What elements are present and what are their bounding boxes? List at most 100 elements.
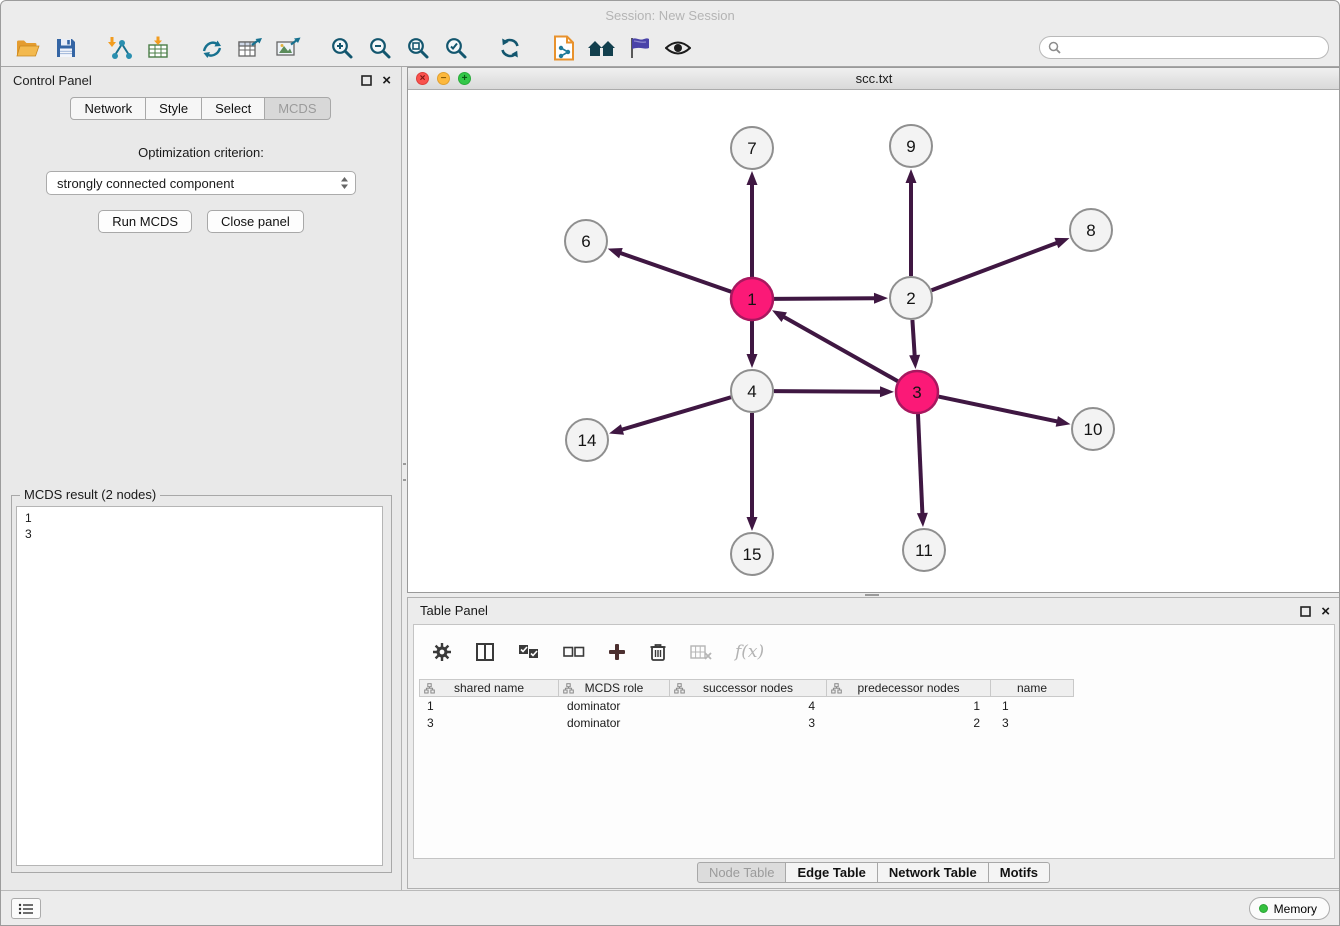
graph-edge[interactable] bbox=[918, 414, 922, 514]
close-window-button[interactable]: × bbox=[416, 72, 429, 85]
table-settings-button[interactable] bbox=[432, 642, 452, 662]
tab-network-table[interactable]: Network Table bbox=[877, 862, 989, 883]
window-titlebar[interactable]: Session: New Session bbox=[1, 1, 1339, 29]
network-from-clipboard-button[interactable] bbox=[545, 32, 583, 64]
graph-node-7[interactable]: 7 bbox=[731, 127, 773, 169]
graph-node-3[interactable]: 3 bbox=[896, 371, 938, 413]
add-row-button[interactable] bbox=[608, 643, 626, 661]
graph-edge[interactable] bbox=[774, 391, 881, 392]
cell-successor-nodes[interactable]: 4 bbox=[672, 699, 830, 713]
float-panel-icon[interactable] bbox=[361, 75, 372, 86]
list-icon bbox=[18, 903, 34, 915]
eye-icon bbox=[665, 39, 691, 57]
export-image-button[interactable] bbox=[269, 32, 307, 64]
svg-text:11: 11 bbox=[915, 541, 933, 560]
graph-edge[interactable] bbox=[783, 317, 897, 382]
zoom-out-button[interactable] bbox=[361, 32, 399, 64]
show-hide-button[interactable] bbox=[659, 32, 697, 64]
tab-select[interactable]: Select bbox=[201, 97, 265, 120]
tab-node-table[interactable]: Node Table bbox=[697, 862, 787, 883]
close-panel-icon[interactable]: × bbox=[382, 74, 391, 87]
tab-mcds[interactable]: MCDS bbox=[264, 97, 330, 120]
task-history-button[interactable] bbox=[11, 898, 41, 919]
tab-network[interactable]: Network bbox=[70, 97, 146, 120]
graph-node-2[interactable]: 2 bbox=[890, 277, 932, 319]
close-panel-button[interactable]: Close panel bbox=[207, 210, 304, 233]
table-row[interactable]: 3 dominator 3 2 3 bbox=[420, 715, 1334, 731]
open-session-button[interactable] bbox=[9, 32, 47, 64]
graph-edge[interactable] bbox=[932, 243, 1058, 291]
graph-edge[interactable] bbox=[912, 320, 914, 356]
cell-successor-nodes[interactable]: 3 bbox=[672, 716, 830, 730]
cell-shared-name[interactable]: 3 bbox=[420, 716, 560, 730]
select-stepper-icon bbox=[340, 176, 349, 190]
delete-row-button[interactable] bbox=[649, 642, 667, 662]
import-table-button[interactable] bbox=[139, 32, 177, 64]
tab-edge-table[interactable]: Edge Table bbox=[785, 862, 877, 883]
save-session-button[interactable] bbox=[47, 32, 85, 64]
first-neighbors-button[interactable] bbox=[583, 32, 621, 64]
cell-name[interactable]: 1 bbox=[995, 699, 1079, 713]
export-table-button[interactable] bbox=[231, 32, 269, 64]
column-header-mcds-role[interactable]: MCDS role bbox=[558, 679, 670, 697]
memory-button[interactable]: Memory bbox=[1249, 897, 1330, 920]
cell-predecessor-nodes[interactable]: 1 bbox=[830, 699, 995, 713]
graph-edge[interactable] bbox=[620, 253, 731, 292]
graph-node-6[interactable]: 6 bbox=[565, 220, 607, 262]
minimize-window-button[interactable]: − bbox=[437, 72, 450, 85]
zoom-in-button[interactable] bbox=[323, 32, 361, 64]
search-input[interactable] bbox=[1066, 41, 1320, 55]
cell-mcds-role[interactable]: dominator bbox=[560, 716, 672, 730]
float-table-panel-icon[interactable] bbox=[1300, 606, 1311, 617]
criterion-select[interactable]: strongly connected component bbox=[46, 171, 356, 195]
column-header-shared-name[interactable]: shared name bbox=[419, 679, 559, 697]
table-panel-title: Table Panel bbox=[420, 603, 488, 618]
zoom-selected-button[interactable] bbox=[437, 32, 475, 64]
apply-layout-button[interactable] bbox=[491, 32, 529, 64]
deselect-all-button[interactable] bbox=[563, 646, 585, 658]
column-header-predecessor-nodes[interactable]: predecessor nodes bbox=[826, 679, 991, 697]
cell-mcds-role[interactable]: dominator bbox=[560, 699, 672, 713]
search-box[interactable] bbox=[1039, 36, 1329, 59]
network-graph[interactable]: 1 2 3 4 6 7 8 9 10 11 14 15 bbox=[408, 90, 1340, 592]
network-window-titlebar[interactable]: × − + scc.txt bbox=[408, 68, 1340, 90]
graph-node-10[interactable]: 10 bbox=[1072, 408, 1114, 450]
graph-node-11[interactable]: 11 bbox=[903, 529, 945, 571]
cell-shared-name[interactable]: 1 bbox=[420, 699, 560, 713]
zoom-fit-button[interactable] bbox=[399, 32, 437, 64]
result-line: 1 bbox=[25, 510, 374, 526]
run-mcds-button[interactable]: Run MCDS bbox=[98, 210, 192, 233]
tab-style[interactable]: Style bbox=[145, 97, 202, 120]
tab-motifs[interactable]: Motifs bbox=[988, 862, 1050, 883]
delete-column-button[interactable] bbox=[690, 644, 712, 660]
select-all-button[interactable] bbox=[518, 644, 540, 660]
graph-node-14[interactable]: 14 bbox=[566, 419, 608, 461]
zoom-out-icon bbox=[368, 36, 392, 60]
cell-predecessor-nodes[interactable]: 2 bbox=[830, 716, 995, 730]
export-network-button[interactable] bbox=[193, 32, 231, 64]
mcds-result-list[interactable]: 1 3 bbox=[16, 506, 383, 866]
graph-node-8[interactable]: 8 bbox=[1070, 209, 1112, 251]
network-view-window: × − + scc.txt 1 2 3 4 6 7 8 9 10 11 14 15 bbox=[407, 67, 1340, 593]
export-image-icon bbox=[275, 36, 301, 60]
graph-edge-arrow bbox=[747, 171, 758, 185]
graph-node-15[interactable]: 15 bbox=[731, 533, 773, 575]
graph-edge[interactable] bbox=[939, 397, 1058, 422]
graph-node-4[interactable]: 4 bbox=[731, 370, 773, 412]
cell-name[interactable]: 3 bbox=[995, 716, 1079, 730]
graph-node-9[interactable]: 9 bbox=[890, 125, 932, 167]
import-network-button[interactable] bbox=[101, 32, 139, 64]
function-builder-button[interactable]: f(x) bbox=[735, 642, 764, 662]
zoom-window-button[interactable]: + bbox=[458, 72, 471, 85]
annotation-button[interactable] bbox=[621, 32, 659, 64]
column-header-name[interactable]: name bbox=[990, 679, 1074, 697]
graph-edge[interactable] bbox=[774, 298, 875, 299]
column-visibility-button[interactable] bbox=[475, 642, 495, 662]
svg-text:1: 1 bbox=[747, 290, 756, 309]
graph-edge[interactable] bbox=[622, 397, 731, 429]
table-row[interactable]: 1 dominator 4 1 1 bbox=[420, 698, 1334, 714]
column-header-successor-nodes[interactable]: successor nodes bbox=[669, 679, 827, 697]
network-window-title: scc.txt bbox=[856, 71, 893, 86]
graph-node-1[interactable]: 1 bbox=[731, 278, 773, 320]
close-table-panel-icon[interactable]: × bbox=[1321, 605, 1330, 618]
